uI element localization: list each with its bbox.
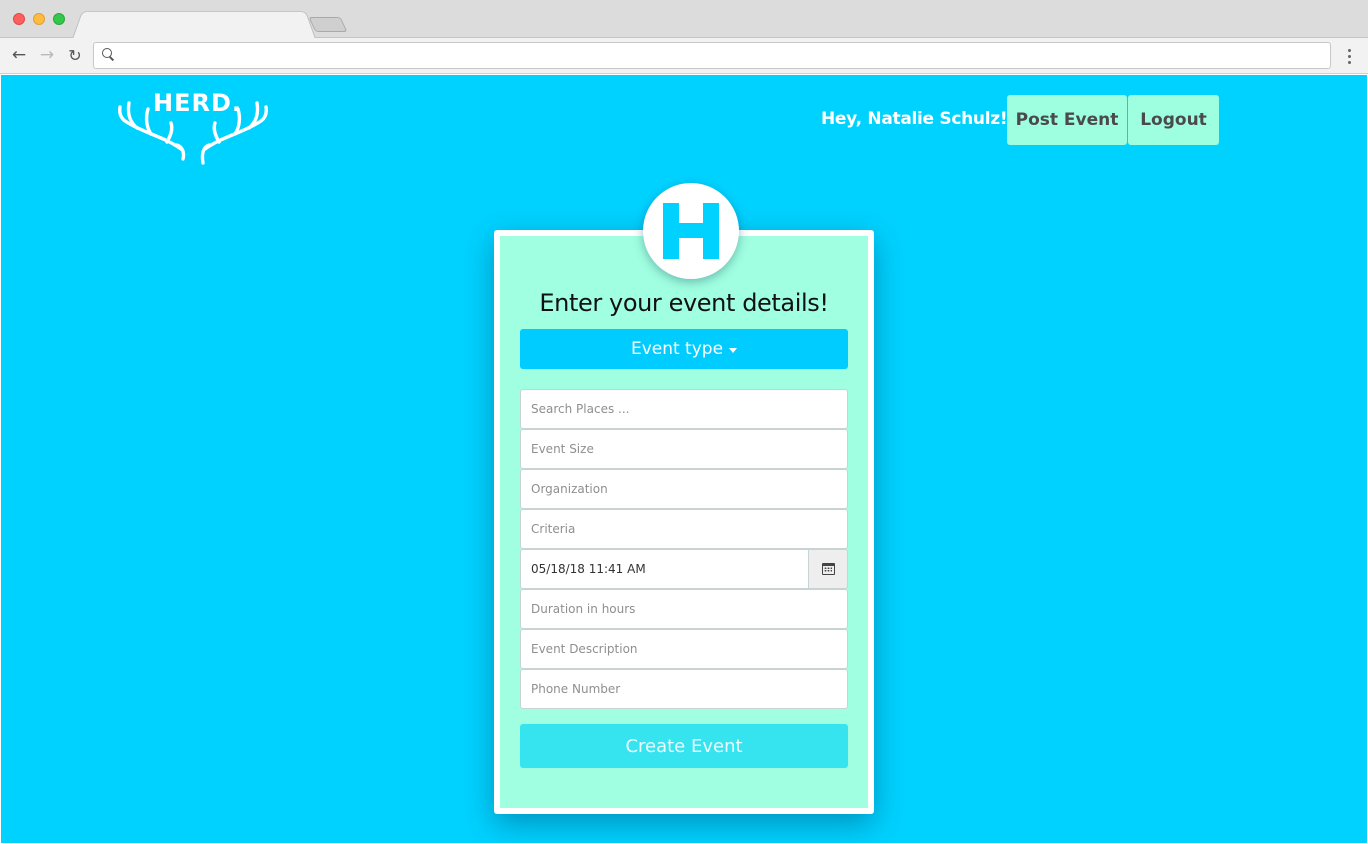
calendar-icon [821, 563, 835, 575]
forward-arrow-icon[interactable]: → [36, 44, 58, 66]
user-greeting: Hey, Natalie Schulz! [821, 109, 1008, 129]
browser-tab-bar [0, 0, 1368, 40]
caret-down-icon [729, 347, 738, 353]
minimize-window-button[interactable] [33, 13, 45, 25]
duration-input[interactable] [520, 589, 848, 629]
browser-toolbar: ← → ↻ [0, 38, 1368, 74]
more-vertical-icon[interactable] [1344, 45, 1354, 67]
page-body: HERD. Hey, Natalie Schulz! Post Event Lo… [1, 75, 1367, 843]
post-event-button[interactable]: Post Event [1007, 95, 1127, 145]
logo-text: HERD. [153, 89, 242, 117]
datetime-input[interactable] [520, 549, 809, 589]
address-bar[interactable] [93, 42, 1331, 69]
h-letter-icon [663, 203, 719, 259]
event-type-label: Event type [630, 339, 724, 359]
event-type-dropdown[interactable]: Event type [520, 329, 848, 369]
reload-icon[interactable]: ↻ [64, 44, 86, 66]
datetime-picker [520, 549, 848, 589]
create-event-button[interactable]: Create Event [520, 724, 848, 768]
herd-logo[interactable]: HERD. [115, 81, 271, 165]
new-tab-button[interactable] [308, 17, 348, 32]
close-window-button[interactable] [13, 13, 25, 25]
form-title: Enter your event details! [539, 289, 829, 317]
phone-number-input[interactable] [520, 669, 848, 709]
maximize-window-button[interactable] [53, 13, 65, 25]
search-icon [102, 48, 114, 60]
logout-button[interactable]: Logout [1128, 95, 1219, 145]
event-form: Enter your event details! Event type Cre… [500, 183, 868, 808]
back-arrow-icon[interactable]: ← [8, 44, 30, 66]
datetime-picker-button[interactable] [808, 549, 848, 589]
herd-h-badge-icon [643, 183, 739, 279]
criteria-input[interactable] [520, 509, 848, 549]
organization-input[interactable] [520, 469, 848, 509]
event-form-card: Enter your event details! Event type Cre… [494, 183, 874, 814]
browser-tab[interactable] [72, 10, 316, 40]
event-description-input[interactable] [520, 629, 848, 669]
event-size-input[interactable] [520, 429, 848, 469]
search-places-input[interactable] [520, 389, 848, 429]
